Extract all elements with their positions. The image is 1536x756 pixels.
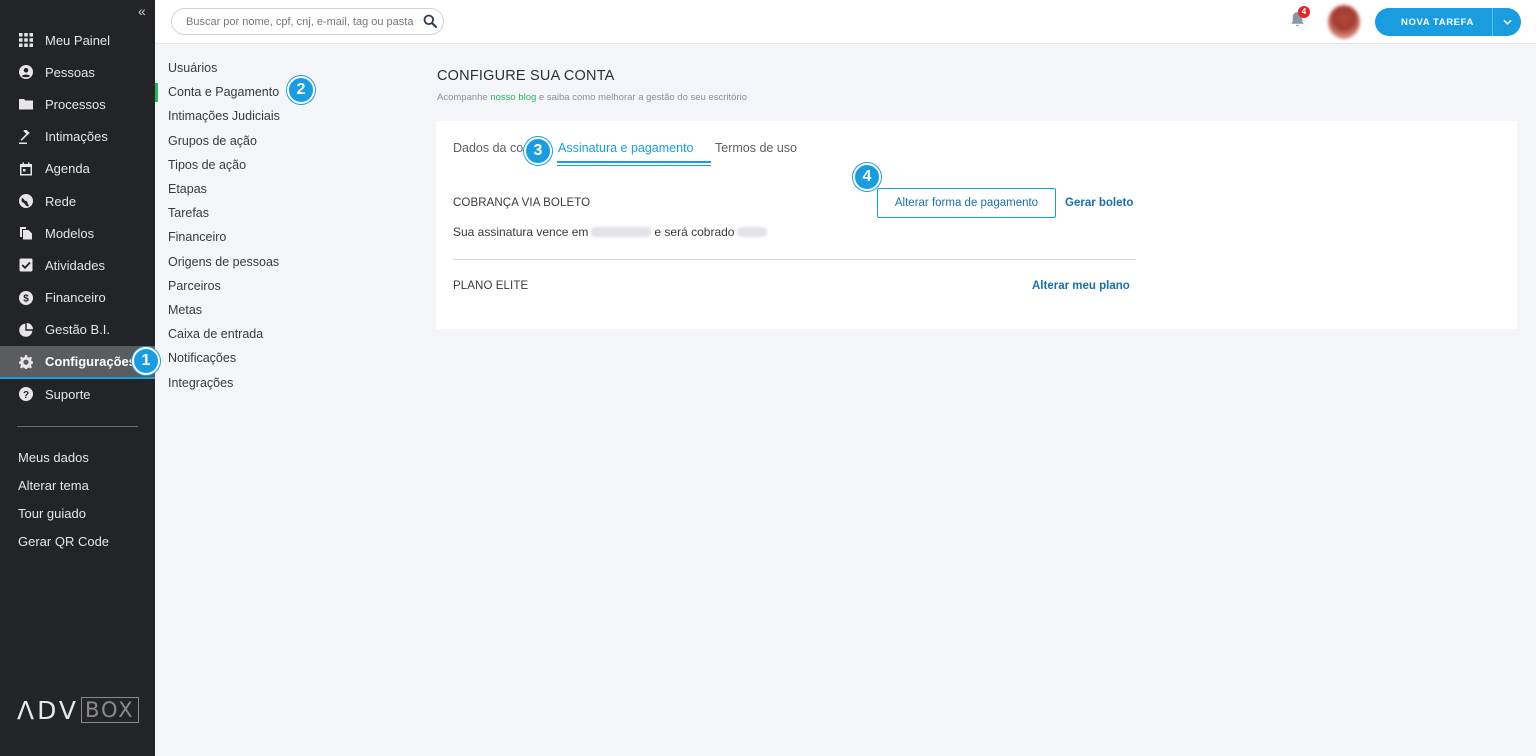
info-text-mid: e será cobrado [654, 225, 735, 239]
sidebar-item-label: Configurações [45, 354, 137, 370]
sidebar-item-label: Rede [45, 193, 77, 209]
generate-boleto-link[interactable]: Gerar boleto [1065, 197, 1133, 209]
notification-badge: 4 [1298, 6, 1310, 18]
plan-title: PLANO ELITE [453, 280, 529, 292]
sidebar-item-label: Intimações [45, 129, 108, 145]
search-icon[interactable] [423, 14, 437, 28]
tab-termos-de-uso[interactable]: Termos de uso [715, 141, 797, 155]
sidebar-divider [17, 426, 138, 427]
sidebar-item-label: Processos [45, 96, 106, 112]
settings-submenu: Usuários Conta e Pagamento Intimações Ju… [155, 56, 355, 395]
redacted-date [591, 227, 652, 237]
change-payment-button[interactable]: Alterar forma de pagamento [877, 188, 1056, 218]
calendar-icon [18, 161, 34, 177]
step-marker-3: 3 [524, 137, 552, 165]
link-tour-guiado[interactable]: Tour guiado [18, 499, 109, 527]
tab-dados-da-conta[interactable]: Dados da co [453, 141, 523, 155]
submenu-item-financeiro[interactable]: Financeiro [155, 225, 355, 249]
link-alterar-tema[interactable]: Alterar tema [18, 471, 109, 499]
gear-icon [18, 354, 34, 370]
search-box [171, 8, 444, 35]
pie-chart-icon [18, 322, 34, 338]
advbox-logo: ΛDV BOX [17, 695, 139, 725]
sidebar-item-modelos[interactable]: Modelos [0, 217, 155, 249]
search-input[interactable] [186, 15, 414, 28]
submenu-item-tarefas[interactable]: Tarefas [155, 201, 355, 225]
link-meus-dados[interactable]: Meus dados [18, 443, 109, 471]
active-tab-underline [557, 161, 711, 163]
sidebar-item-label: Atividades [45, 257, 105, 273]
active-tab-underline-secondary [557, 165, 711, 166]
sidebar-item-label: Gestão B.I. [45, 322, 111, 338]
sidebar-item-intimacoes[interactable]: Intimações [0, 121, 155, 153]
sidebar-item-suporte[interactable]: ? Suporte [0, 378, 155, 410]
page-title: CONFIGURE SUA CONTA [437, 68, 615, 84]
new-task-label: NOVA TAREFA [1401, 16, 1474, 28]
sidebar-item-label: Agenda [45, 161, 90, 177]
card-divider [453, 259, 1136, 260]
subtitle-text-pre: Acompanhe [437, 92, 491, 103]
submenu-item-origens-de-pessoas[interactable]: Origens de pessoas [155, 250, 355, 274]
collapse-sidebar-icon[interactable]: « [138, 3, 146, 19]
tab-assinatura-e-pagamento[interactable]: Assinatura e pagamento [558, 141, 694, 155]
sidebar-item-rede[interactable]: Rede [0, 185, 155, 217]
sidebar-item-gestao-bi[interactable]: Gestão B.I. [0, 314, 155, 346]
sidebar-item-meu-painel[interactable]: Meu Painel [0, 24, 155, 56]
svg-text:$: $ [23, 293, 29, 304]
boleto-section-title: COBRANÇA VIA BOLETO [453, 197, 591, 209]
sidebar-item-label: Financeiro [45, 290, 106, 306]
submenu-item-etapas[interactable]: Etapas [155, 177, 355, 201]
new-task-button[interactable]: NOVA TAREFA [1375, 8, 1521, 36]
sidebar-item-financeiro[interactable]: $ Financeiro [0, 282, 155, 314]
grid-icon [18, 32, 34, 48]
dollar-icon: $ [18, 290, 34, 306]
submenu-item-intimacoes-judiciais[interactable]: Intimações Judiciais [155, 104, 355, 128]
sidebar-item-label: Modelos [45, 225, 95, 241]
checkbox-icon [18, 257, 34, 273]
step-marker-1: 1 [132, 347, 160, 375]
sidebar-item-agenda[interactable]: Agenda [0, 153, 155, 185]
account-card: Dados da co Assinatura e pagamento Termo… [436, 121, 1517, 329]
sidebar: « Meu Painel Pessoas Processos Intimaçõe… [0, 0, 155, 756]
change-plan-link[interactable]: Alterar meu plano [1032, 280, 1130, 292]
submenu-item-grupos-de-acao[interactable]: Grupos de ação [155, 129, 355, 153]
step-marker-4: 4 [853, 163, 881, 191]
submenu-item-metas[interactable]: Metas [155, 298, 355, 322]
submenu-item-notificacoes[interactable]: Notificações [155, 346, 355, 370]
subtitle-text-post: e saiba como melhorar a gestão do seu es… [536, 92, 747, 103]
logo-text-adv: ΛDV [17, 695, 80, 725]
globe-icon [18, 193, 34, 209]
svg-text:?: ? [23, 390, 29, 401]
topbar: 4 NOVA TAREFA [155, 0, 1536, 44]
chevron-down-icon[interactable] [1493, 19, 1521, 25]
blog-link[interactable]: nosso blog [490, 92, 536, 103]
page-subtitle: Acompanhe nosso blog e saiba como melhor… [437, 92, 747, 103]
sidebar-item-label: Pessoas [45, 64, 95, 80]
help-icon: ? [18, 386, 34, 402]
sidebar-item-pessoas[interactable]: Pessoas [0, 56, 155, 88]
sidebar-links: Meus dados Alterar tema Tour guiado Gera… [18, 443, 109, 555]
sidebar-item-label: Suporte [45, 386, 91, 402]
submenu-item-caixa-de-entrada[interactable]: Caixa de entrada [155, 322, 355, 346]
step-marker-2: 2 [287, 76, 315, 104]
submenu-item-usuarios[interactable]: Usuários [155, 56, 355, 80]
link-gerar-qr-code[interactable]: Gerar QR Code [18, 527, 109, 555]
submenu-item-integracoes[interactable]: Integrações [155, 370, 355, 394]
submenu-item-tipos-de-acao[interactable]: Tipos de ação [155, 153, 355, 177]
logo-text-box: BOX [81, 697, 139, 723]
sidebar-item-label: Meu Painel [45, 32, 111, 48]
subscription-info: Sua assinatura vence em e será cobrado [453, 225, 770, 239]
sidebar-item-atividades[interactable]: Atividades [0, 249, 155, 281]
gavel-icon [18, 129, 34, 145]
avatar[interactable] [1328, 5, 1360, 39]
sidebar-nav: Meu Painel Pessoas Processos Intimações … [0, 24, 155, 410]
info-text-pre: Sua assinatura vence em [453, 225, 589, 239]
submenu-item-conta-e-pagamento[interactable]: Conta e Pagamento [155, 80, 355, 104]
redacted-amount [737, 227, 768, 237]
submenu-item-parceiros[interactable]: Parceiros [155, 274, 355, 298]
user-icon [18, 64, 34, 80]
files-icon [18, 225, 34, 241]
sidebar-item-processos[interactable]: Processos [0, 88, 155, 120]
folder-icon [18, 96, 34, 112]
